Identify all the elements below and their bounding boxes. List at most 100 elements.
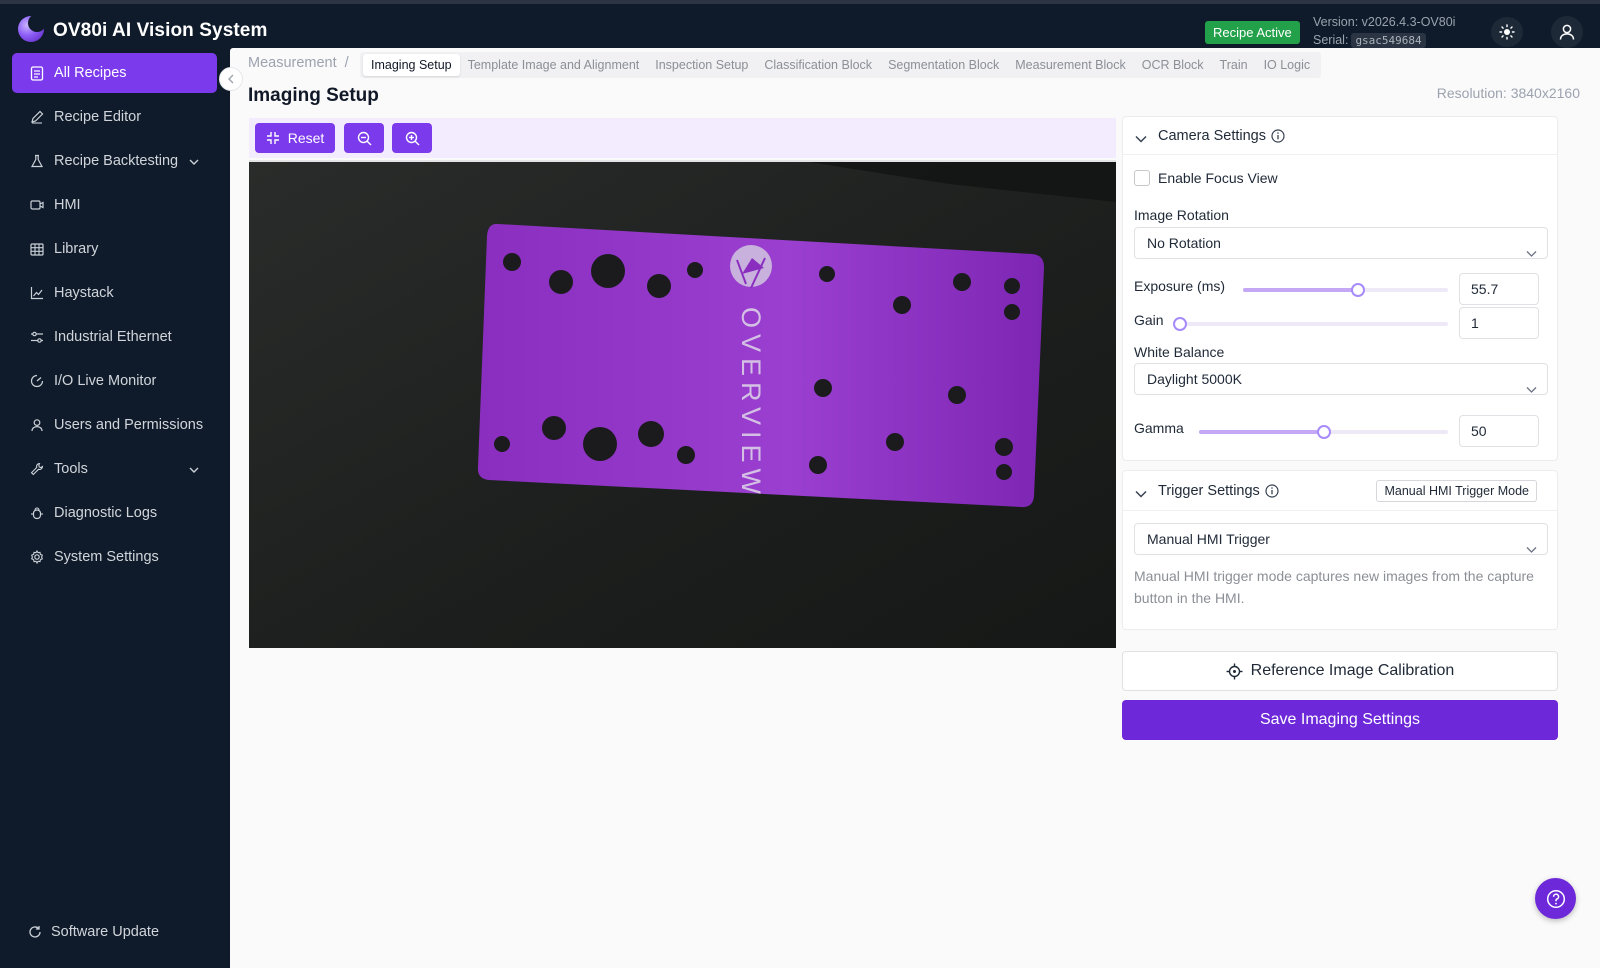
software-update-link[interactable]: Software Update bbox=[28, 924, 159, 940]
gamma-slider-thumb[interactable] bbox=[1316, 425, 1331, 439]
sidebar: All Recipes Recipe Editor Recipe Backtes… bbox=[0, 48, 230, 968]
exposure-input[interactable]: 55.7 bbox=[1459, 273, 1539, 305]
sidebar-item-diagnostic-logs[interactable]: Diagnostic Logs bbox=[12, 493, 217, 533]
serial-code: gsac549684 bbox=[1351, 33, 1426, 48]
sidebar-item-hmi[interactable]: HMI bbox=[12, 185, 217, 225]
zoom-out-icon bbox=[357, 131, 371, 145]
trigger-select-value: Manual HMI Trigger bbox=[1147, 531, 1270, 547]
tab-io-logic[interactable]: IO Logic bbox=[1256, 54, 1319, 76]
zoom-out-button[interactable] bbox=[344, 123, 384, 153]
breadcrumb-root[interactable]: Measurement bbox=[248, 55, 337, 71]
table-icon bbox=[29, 241, 45, 257]
tab-inspection-setup[interactable]: Inspection Setup bbox=[647, 54, 756, 76]
camera-image-viewer[interactable]: OVERVIEW bbox=[249, 160, 1116, 648]
help-button[interactable] bbox=[1535, 878, 1576, 919]
sidebar-item-label: System Settings bbox=[54, 549, 159, 565]
reset-label: Reset bbox=[287, 130, 325, 146]
chevron-down-icon bbox=[1526, 374, 1537, 404]
sidebar-item-library[interactable]: Library bbox=[12, 229, 217, 269]
sidebar-item-recipe-editor[interactable]: Recipe Editor bbox=[12, 97, 217, 137]
shrink-icon bbox=[266, 132, 279, 144]
sidebar-item-haystack[interactable]: Haystack bbox=[12, 273, 217, 313]
chevron-down-icon bbox=[189, 462, 199, 478]
save-imaging-settings-label: Save Imaging Settings bbox=[1259, 711, 1421, 728]
sidebar-item-label: All Recipes bbox=[54, 65, 127, 81]
reference-image-calibration-button[interactable]: Reference Image Calibration bbox=[1122, 651, 1558, 691]
help-icon bbox=[1546, 889, 1565, 908]
sidebar-item-label: Haystack bbox=[54, 285, 114, 301]
tab-classification-block[interactable]: Classification Block bbox=[756, 54, 880, 76]
camera-settings-header[interactable]: Camera Settings bbox=[1123, 117, 1557, 155]
camera-settings-title: Camera Settings bbox=[1158, 128, 1285, 144]
white-balance-label: White Balance bbox=[1134, 344, 1225, 360]
camera-settings-label: Camera Settings bbox=[1158, 128, 1266, 144]
bug-icon bbox=[29, 505, 45, 521]
chevron-down-icon bbox=[1526, 238, 1537, 268]
white-balance-select[interactable]: Daylight 5000K bbox=[1134, 363, 1548, 395]
breadcrumb-separator: / bbox=[344, 55, 349, 71]
sidebar-item-tools[interactable]: Tools bbox=[12, 449, 217, 489]
user-icon bbox=[1559, 24, 1575, 40]
image-rotation-select[interactable]: No Rotation bbox=[1134, 227, 1548, 259]
trigger-select[interactable]: Manual HMI Trigger bbox=[1134, 523, 1548, 555]
gamma-slider[interactable] bbox=[1199, 425, 1448, 439]
sun-icon bbox=[1499, 24, 1515, 40]
exposure-slider[interactable] bbox=[1243, 283, 1448, 297]
sidebar-item-label: I/O Live Monitor bbox=[54, 373, 157, 389]
focus-view-checkbox[interactable] bbox=[1134, 170, 1150, 186]
camera-settings-card: Camera Settings Enable Focus View Image … bbox=[1122, 116, 1558, 461]
sidebar-item-industrial-ethernet[interactable]: Industrial Ethernet bbox=[12, 317, 217, 357]
tab-template-image-and-alignment[interactable]: Template Image and Alignment bbox=[460, 54, 648, 76]
save-imaging-settings-button[interactable]: Save Imaging Settings bbox=[1122, 700, 1558, 740]
info-icon[interactable] bbox=[1265, 484, 1279, 498]
version-text: Version: v2026.4.3-OV80i bbox=[1313, 15, 1456, 29]
zoom-in-icon bbox=[405, 131, 419, 145]
theme-toggle-button[interactable] bbox=[1491, 17, 1523, 47]
wrench-icon bbox=[29, 461, 45, 477]
sidebar-item-system-settings[interactable]: System Settings bbox=[12, 537, 217, 577]
tab-imaging-setup[interactable]: Imaging Setup bbox=[363, 54, 460, 76]
tab-train[interactable]: Train bbox=[1212, 54, 1256, 76]
image-rotation-label: Image Rotation bbox=[1134, 207, 1229, 223]
tab-segmentation-block[interactable]: Segmentation Block bbox=[880, 54, 1007, 76]
user-menu-button[interactable] bbox=[1551, 16, 1583, 48]
sidebar-item-label: Industrial Ethernet bbox=[54, 329, 172, 345]
trigger-settings-header[interactable]: Trigger Settings Manual HMI Trigger Mode bbox=[1123, 471, 1557, 511]
recipes-icon bbox=[29, 65, 45, 81]
chevron-down-icon bbox=[1526, 534, 1537, 564]
trigger-settings-card: Trigger Settings Manual HMI Trigger Mode… bbox=[1122, 470, 1558, 630]
sidebar-item-io-live-monitor[interactable]: I/O Live Monitor bbox=[12, 361, 217, 401]
zoom-in-button[interactable] bbox=[392, 123, 432, 153]
breadcrumb: Measurement / bbox=[248, 55, 357, 71]
info-icon[interactable] bbox=[1271, 129, 1285, 143]
sidebar-item-users-and-permissions[interactable]: Users and Permissions bbox=[12, 405, 217, 445]
resolution-text: Resolution: 3840x2160 bbox=[1436, 85, 1580, 101]
main-content: Measurement / Imaging Setup Template Imag… bbox=[230, 48, 1600, 968]
gain-slider-thumb[interactable] bbox=[1173, 317, 1187, 331]
tab-measurement-block[interactable]: Measurement Block bbox=[1007, 54, 1133, 76]
focus-view-label: Enable Focus View bbox=[1158, 170, 1278, 186]
refresh-icon bbox=[28, 925, 42, 939]
gauge-icon bbox=[29, 373, 45, 389]
exposure-label: Exposure (ms) bbox=[1134, 278, 1226, 294]
sidebar-collapse-button[interactable] bbox=[219, 67, 243, 91]
serial-label: Serial: bbox=[1313, 33, 1349, 47]
camera-image: OVERVIEW bbox=[249, 162, 1116, 648]
gear-icon bbox=[29, 549, 45, 565]
software-update-label: Software Update bbox=[51, 924, 160, 940]
trigger-hint-text: Manual HMI trigger mode captures new ima… bbox=[1134, 568, 1534, 606]
gamma-label: Gamma bbox=[1134, 420, 1184, 436]
app-logo bbox=[18, 14, 46, 42]
user-icon bbox=[29, 417, 45, 433]
gain-input[interactable]: 1 bbox=[1459, 307, 1539, 339]
camera-icon bbox=[29, 197, 45, 213]
gain-slider[interactable] bbox=[1173, 317, 1448, 331]
sidebar-item-all-recipes[interactable]: All Recipes bbox=[12, 53, 217, 93]
chart-icon bbox=[29, 285, 45, 301]
exposure-slider-thumb[interactable] bbox=[1350, 283, 1365, 297]
sidebar-item-recipe-backtesting[interactable]: Recipe Backtesting bbox=[12, 141, 217, 181]
reset-button[interactable]: Reset bbox=[255, 123, 335, 153]
gamma-input[interactable]: 50 bbox=[1459, 415, 1539, 447]
tab-ocr-block[interactable]: OCR Block bbox=[1134, 54, 1212, 76]
image-rotation-value: No Rotation bbox=[1147, 235, 1221, 251]
